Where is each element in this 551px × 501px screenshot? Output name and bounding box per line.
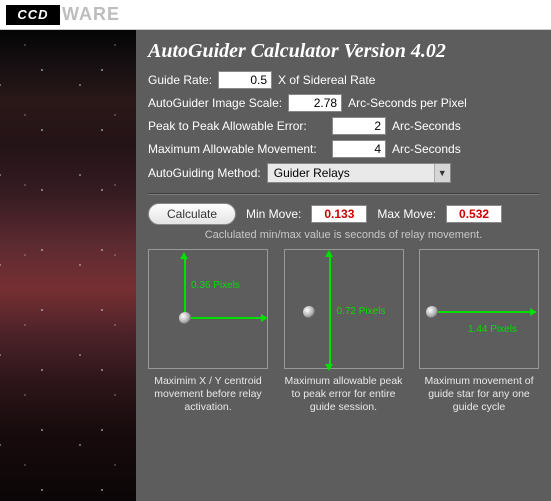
min-move-output: 0.133 xyxy=(311,205,367,223)
row-method: AutoGuiding Method: Guider Relays ▼ xyxy=(148,163,539,183)
p2p-suffix: Arc-Seconds xyxy=(392,119,461,133)
image-scale-suffix: Arc-Seconds per Pixel xyxy=(348,96,467,110)
star-icon xyxy=(426,306,438,318)
diagrams: 0.36 Pixels Maximim X / Y centroid movem… xyxy=(148,249,539,414)
diagram-b: 0.72 Pixels xyxy=(284,249,404,369)
logo-rest: WARE xyxy=(62,4,120,25)
main: AutoGuider Calculator Version 4.02 Guide… xyxy=(0,30,551,501)
arrow-vert xyxy=(329,256,331,364)
diagram-a-caption: Maximim X / Y centroid movement before r… xyxy=(148,375,268,414)
star-icon xyxy=(303,306,315,318)
diagram-a-col: 0.36 Pixels Maximim X / Y centroid movem… xyxy=(148,249,268,414)
star-icon xyxy=(179,312,191,324)
diagram-b-value: 0.72 Pixels xyxy=(337,306,386,317)
chevron-down-icon: ▼ xyxy=(434,164,450,182)
diagram-b-caption: Maximum allowable peak to peak error for… xyxy=(284,375,404,414)
row-guide-rate: Guide Rate: X of Sidereal Rate xyxy=(148,71,539,89)
method-label: AutoGuiding Method: xyxy=(148,166,261,180)
diagram-a: 0.36 Pixels xyxy=(148,249,268,369)
diagram-b-col: 0.72 Pixels Maximum allowable peak to pe… xyxy=(284,249,404,414)
maxmove-suffix: Arc-Seconds xyxy=(392,142,461,156)
calculate-button[interactable]: Calculate xyxy=(148,203,236,225)
max-move-output: 0.532 xyxy=(446,205,502,223)
logo-bar: CCD WARE xyxy=(0,0,551,30)
maxmove-input[interactable] xyxy=(332,140,386,158)
control-panel: AutoGuider Calculator Version 4.02 Guide… xyxy=(136,30,551,501)
arrow-up-head-icon xyxy=(180,252,188,259)
max-move-label: Max Move: xyxy=(377,207,436,221)
diagram-a-value: 0.36 Pixels xyxy=(191,280,240,291)
arrow-right-head-icon xyxy=(530,308,537,316)
arrow-right-head-icon xyxy=(261,314,268,322)
row-image-scale: AutoGuider Image Scale: Arc-Seconds per … xyxy=(148,94,539,112)
diagram-c-col: 1.44 Pixels Maximum movement of guide st… xyxy=(419,249,539,414)
arrow-up xyxy=(184,258,186,312)
arrow-up-head-icon xyxy=(325,250,333,257)
guide-rate-label: Guide Rate: xyxy=(148,73,212,87)
nebula-image xyxy=(0,30,136,501)
guide-rate-suffix: X of Sidereal Rate xyxy=(278,73,375,87)
p2p-input[interactable] xyxy=(332,117,386,135)
diagram-c-caption: Maximum movement of guide star for any o… xyxy=(419,375,539,414)
row-p2p-error: Peak to Peak Allowable Error: Arc-Second… xyxy=(148,117,539,135)
image-scale-label: AutoGuider Image Scale: xyxy=(148,96,282,110)
maxmove-label: Maximum Allowable Movement: xyxy=(148,142,326,156)
page-title: AutoGuider Calculator Version 4.02 xyxy=(148,40,539,63)
calc-note: Caclulated min/max value is seconds of r… xyxy=(148,229,539,241)
diagram-c: 1.44 Pixels xyxy=(419,249,539,369)
logo-boxed: CCD xyxy=(6,5,60,25)
arrow-right xyxy=(191,317,261,319)
method-value: Guider Relays xyxy=(274,166,350,180)
arrow-down-head-icon xyxy=(325,364,333,371)
row-max-movement: Maximum Allowable Movement: Arc-Seconds xyxy=(148,140,539,158)
guide-rate-input[interactable] xyxy=(218,71,272,89)
image-scale-input[interactable] xyxy=(288,94,342,112)
min-move-label: Min Move: xyxy=(246,207,301,221)
p2p-label: Peak to Peak Allowable Error: xyxy=(148,119,326,133)
separator xyxy=(148,193,539,195)
method-select[interactable]: Guider Relays ▼ xyxy=(267,163,451,183)
arrow-right xyxy=(438,311,530,313)
calc-row: Calculate Min Move: 0.133 Max Move: 0.53… xyxy=(148,203,539,225)
diagram-c-value: 1.44 Pixels xyxy=(468,324,517,335)
